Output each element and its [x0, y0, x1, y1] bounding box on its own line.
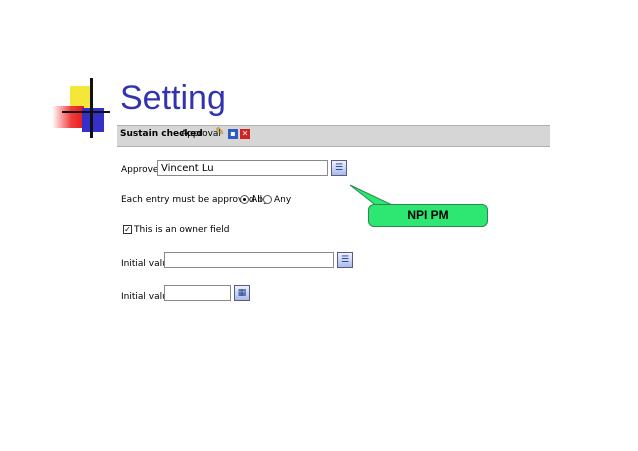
radio-all-label: All [251, 195, 263, 205]
npi-pm-callout: NPI PM [368, 204, 488, 227]
address-book-icon: ☰ [340, 255, 350, 265]
radio-any[interactable] [263, 195, 272, 204]
radio-all[interactable] [240, 195, 249, 204]
address-book-icon: ☰ [334, 163, 344, 173]
initial-value-field[interactable] [164, 252, 334, 268]
owner-field-checkbox[interactable]: ✓ [123, 225, 132, 234]
initial-value-date-field[interactable] [164, 285, 231, 301]
address-book-button-2[interactable]: ☰ [337, 252, 353, 268]
field-toolbar: Sustain checked Approval ✎ ▪ ✕ [117, 125, 550, 147]
logo-red-square [52, 106, 84, 128]
logo-horizontal-line [62, 111, 110, 113]
address-book-button[interactable]: ☰ [331, 160, 347, 176]
logo-vertical-line [90, 78, 93, 138]
owner-field-label: This is an owner field [134, 225, 230, 235]
approvers-field[interactable]: Vincent Lu [157, 160, 328, 176]
radio-any-label: Any [274, 195, 292, 205]
pencil-icon[interactable]: ✎ [215, 126, 225, 137]
slide-logo [52, 78, 112, 138]
save-icon[interactable]: ▪ [228, 129, 238, 139]
calendar-icon: ▦ [237, 288, 247, 298]
calendar-button[interactable]: ▦ [234, 285, 250, 301]
delete-icon[interactable]: ✕ [240, 129, 250, 139]
slide-title: Setting [120, 79, 226, 117]
